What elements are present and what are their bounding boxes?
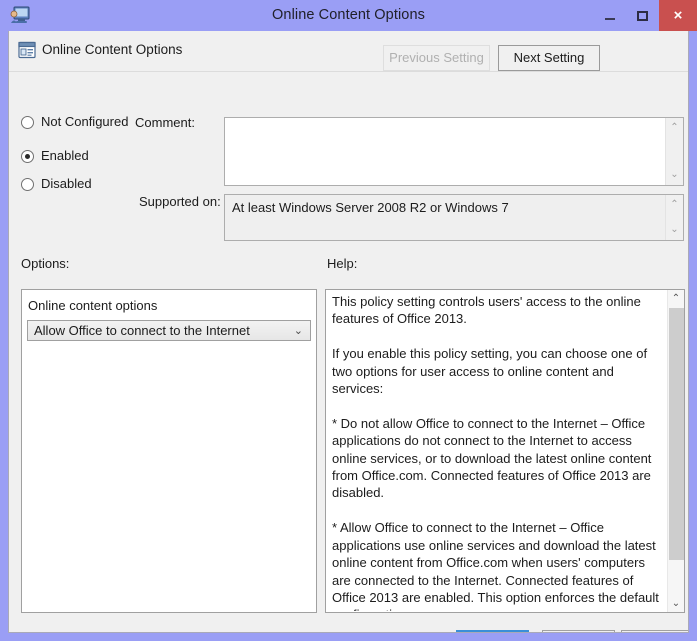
comment-scrollbar[interactable]: ⌃ ⌄ — [665, 118, 683, 185]
options-section-label: Options: — [21, 256, 70, 271]
help-scroll-up-icon[interactable]: ⌃ — [668, 290, 684, 307]
help-panel: This policy setting controls users' acce… — [325, 289, 685, 613]
online-content-options-label: Online content options — [28, 298, 158, 313]
radio-label-disabled: Disabled — [41, 176, 92, 191]
comment-scroll-down-icon[interactable]: ⌄ — [666, 168, 683, 182]
previous-setting-button[interactable]: Previous Setting — [383, 45, 490, 71]
supported-on-scrollbar[interactable]: ⌃ ⌄ — [665, 195, 683, 240]
help-section-label: Help: — [327, 256, 358, 271]
help-scrollbar-thumb[interactable] — [669, 308, 684, 560]
setting-title: Online Content Options — [42, 42, 183, 57]
setting-header: Online Content Options Previous Setting … — [9, 31, 688, 72]
options-panel: Online content options Allow Office to c… — [21, 289, 317, 613]
dialog-client-area: Online Content Options Previous Setting … — [8, 31, 689, 633]
close-button[interactable]: × — [659, 0, 697, 31]
minimize-icon — [593, 0, 626, 31]
help-scroll-down-icon[interactable]: ⌄ — [668, 595, 684, 612]
apply-button[interactable]: Apply — [621, 630, 688, 632]
minimize-button[interactable] — [593, 0, 626, 31]
supported-on-field: At least Windows Server 2008 R2 or Windo… — [224, 194, 684, 241]
policy-setting-dialog-window: Online Content Options × Online Content … — [0, 0, 697, 641]
dropdown-selected-value: Allow Office to connect to the Internet — [34, 323, 250, 338]
radio-label-enabled: Enabled — [41, 148, 89, 163]
next-setting-button[interactable]: Next Setting — [498, 45, 600, 71]
policy-setting-icon — [18, 41, 36, 59]
radio-label-not-configured: Not Configured — [41, 114, 129, 129]
radio-circle-disabled — [21, 178, 34, 191]
help-scrollbar[interactable]: ⌃ ⌄ — [667, 290, 684, 612]
comment-scroll-up-icon[interactable]: ⌃ — [666, 121, 683, 135]
supported-on-value: At least Windows Server 2008 R2 or Windo… — [232, 200, 509, 215]
supported-scroll-down-icon[interactable]: ⌄ — [666, 223, 683, 237]
ok-button[interactable]: OK — [456, 630, 529, 632]
radio-circle-enabled — [21, 150, 34, 163]
chevron-down-icon: ⌄ — [293, 325, 303, 337]
supported-scroll-up-icon[interactable]: ⌃ — [666, 198, 683, 212]
cancel-button[interactable]: Cancel — [542, 630, 615, 632]
online-content-options-dropdown[interactable]: Allow Office to connect to the Internet … — [27, 320, 311, 341]
supported-on-label: Supported on: — [139, 194, 221, 209]
comment-label: Comment: — [135, 115, 195, 130]
maximize-button[interactable] — [626, 0, 659, 31]
help-text: This policy setting controls users' acce… — [332, 294, 659, 611]
maximize-icon — [626, 0, 659, 31]
radio-circle-not-configured — [21, 116, 34, 129]
comment-input[interactable]: ⌃ ⌄ — [224, 117, 684, 186]
title-bar[interactable]: Online Content Options × — [0, 0, 697, 31]
close-icon: × — [673, 6, 683, 24]
